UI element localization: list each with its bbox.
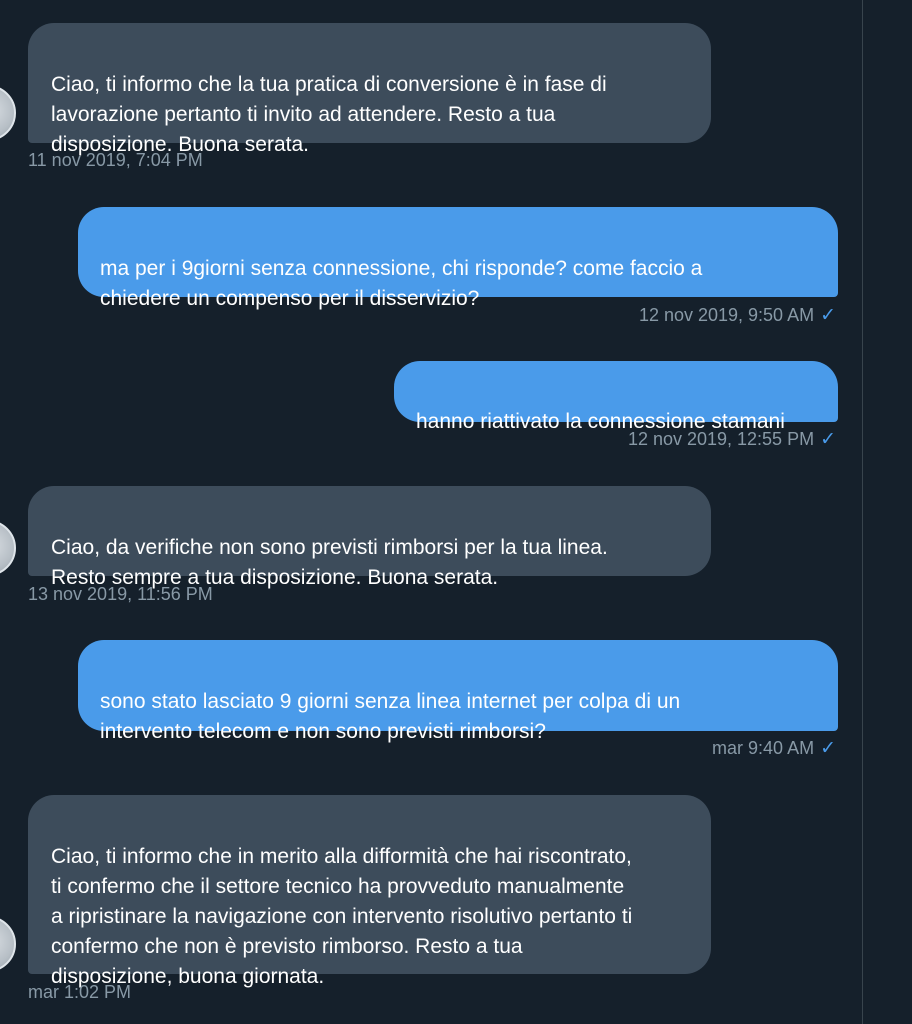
message-timestamp: 11 nov 2019, 7:04 PM	[28, 150, 203, 170]
sent-message-bubble[interactable]: sono stato lasciato 9 giorni senza linea…	[78, 640, 838, 743]
sender-avatar[interactable]	[0, 916, 16, 972]
received-message-bubble[interactable]: Ciao, ti informo che la tua pratica di c…	[28, 23, 711, 156]
message-timestamp: mar 1:02 PM	[28, 982, 132, 1002]
message-text: sono stato lasciato 9 giorni senza linea…	[100, 690, 681, 743]
message-text: Ciao, da verifiche non sono previsti rim…	[51, 536, 608, 589]
checkmark-icon: ✓	[820, 738, 836, 759]
sender-avatar[interactable]	[0, 85, 16, 141]
message-thread: Ciao, ti informo che la tua pratica di c…	[0, 0, 912, 1024]
sender-avatar[interactable]	[0, 520, 16, 576]
message-timestamp: mar 9:40 AM ✓	[712, 738, 836, 759]
sent-message-bubble[interactable]: hanno riattivato la connessione stamani	[394, 361, 838, 433]
panel-divider	[862, 0, 863, 1024]
received-message-bubble[interactable]: Ciao, ti informo che in merito alla diff…	[28, 795, 711, 988]
checkmark-icon: ✓	[820, 305, 836, 326]
message-text: Ciao, ti informo che in merito alla diff…	[51, 845, 633, 988]
message-timestamp: 12 nov 2019, 9:50 AM ✓	[638, 305, 836, 326]
received-message-bubble[interactable]: Ciao, da verifiche non sono previsti rim…	[28, 486, 711, 589]
message-timestamp: 13 nov 2019, 11:56 PM	[28, 584, 213, 604]
message-timestamp: 12 nov 2019, 12:55 PM ✓	[627, 429, 836, 450]
sent-message-bubble[interactable]: ma per i 9giorni senza connessione, chi …	[78, 207, 838, 310]
message-text: ma per i 9giorni senza connessione, chi …	[100, 257, 703, 310]
message-text: Ciao, ti informo che la tua pratica di c…	[51, 73, 607, 156]
checkmark-icon: ✓	[820, 429, 836, 450]
